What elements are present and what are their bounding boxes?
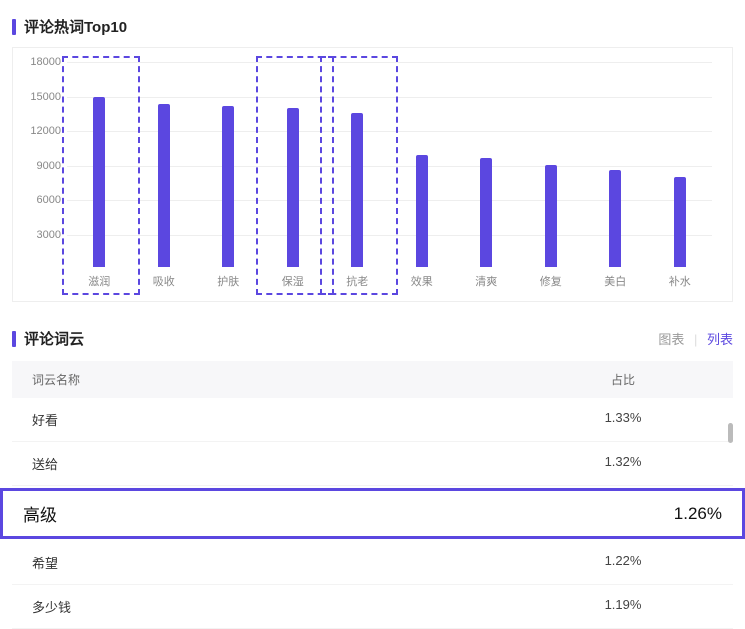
table-header: 词云名称 占比: [12, 361, 733, 398]
td-pct: 1.26%: [674, 504, 722, 524]
td-name: 好看: [32, 410, 533, 429]
td-pct: 1.33%: [533, 410, 713, 429]
th-pct: 占比: [533, 371, 713, 388]
td-name: 多少钱: [32, 597, 533, 616]
accent-bar-icon: [12, 331, 16, 347]
x-tick-label: 清爽: [457, 273, 515, 289]
td-pct: 1.19%: [533, 597, 713, 616]
bar[interactable]: [287, 108, 299, 267]
y-tick-label: 6000: [21, 194, 61, 206]
word-cloud-table: 词云名称 占比 好看1.33%送给1.32%高级1.26%希望1.22%多少钱1…: [12, 361, 733, 629]
td-pct: 1.32%: [533, 454, 713, 473]
table-row[interactable]: 送给1.32%: [12, 442, 733, 486]
td-name: 送给: [32, 454, 533, 473]
x-tick-label: 吸收: [135, 273, 193, 289]
tab-chart[interactable]: 图表: [658, 332, 684, 347]
x-tick-label: 美白: [586, 273, 644, 289]
td-pct: 1.22%: [533, 553, 713, 572]
bar[interactable]: [351, 113, 363, 267]
td-name: 高级: [23, 501, 674, 526]
bar[interactable]: [158, 104, 170, 267]
tab-list[interactable]: 列表: [707, 332, 733, 347]
y-tick-label: 12000: [21, 125, 61, 137]
table-row-highlighted[interactable]: 高级1.26%: [0, 488, 745, 539]
y-tick-label: 9000: [21, 160, 61, 172]
x-tick-label: 滋润: [70, 273, 128, 289]
x-tick-label: 补水: [651, 273, 709, 289]
section-title-cloud: 评论词云: [12, 328, 84, 349]
x-tick-label: 修复: [522, 273, 580, 289]
bar[interactable]: [609, 170, 621, 267]
bar-chart: 3000 6000 9000 12000 15000 18000 滋润吸收护肤保湿抗老效果清…: [12, 47, 733, 302]
y-tick-label: 3000: [21, 229, 61, 241]
bar[interactable]: [93, 97, 105, 267]
bar[interactable]: [674, 177, 686, 267]
td-name: 希望: [32, 553, 533, 572]
x-tick-label: 效果: [393, 273, 451, 289]
x-tick-label: 保湿: [264, 273, 322, 289]
y-tick-label: 15000: [21, 91, 61, 103]
x-tick-label: 护肤: [199, 273, 257, 289]
section-title-text: 评论词云: [24, 328, 84, 349]
bar[interactable]: [480, 158, 492, 267]
tab-separator: |: [694, 332, 697, 347]
x-tick-label: 抗老: [328, 273, 386, 289]
section-title-top10: 评论热词Top10: [12, 16, 733, 37]
y-tick-label: 18000: [21, 56, 61, 68]
bar[interactable]: [545, 165, 557, 267]
table-row[interactable]: 好看1.33%: [12, 398, 733, 442]
view-tabs: 图表 | 列表: [658, 329, 733, 348]
table-row[interactable]: 多少钱1.19%: [12, 585, 733, 629]
scrollbar-icon[interactable]: [728, 423, 733, 443]
section-title-text: 评论热词Top10: [24, 16, 127, 37]
table-row[interactable]: 希望1.22%: [12, 541, 733, 585]
bar[interactable]: [416, 155, 428, 267]
th-name: 词云名称: [32, 371, 533, 388]
bar[interactable]: [222, 106, 234, 267]
accent-bar-icon: [12, 19, 16, 35]
